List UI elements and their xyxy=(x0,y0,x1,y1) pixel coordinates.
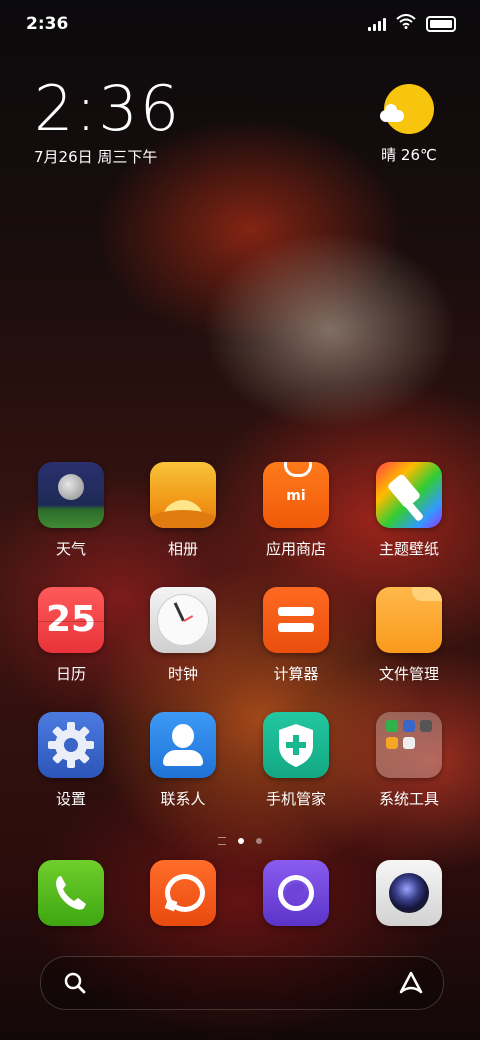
messages-app-icon xyxy=(150,860,216,926)
app-label: 手机管家 xyxy=(265,790,326,808)
settings-app-icon xyxy=(38,712,104,778)
app-security[interactable]: 手机管家 xyxy=(246,712,346,809)
assistant-icon[interactable] xyxy=(397,970,425,1000)
app-label: 天气 xyxy=(55,540,86,558)
dock xyxy=(0,860,480,930)
system-tools-folder-icon xyxy=(376,712,442,778)
contacts-app-icon xyxy=(150,712,216,778)
app-clock[interactable]: 时钟 xyxy=(133,587,233,684)
app-label: 时钟 xyxy=(167,665,198,683)
dock-camera[interactable] xyxy=(359,860,459,926)
app-system-tools-folder[interactable]: 系统工具 xyxy=(359,712,459,809)
search-icon[interactable] xyxy=(63,971,87,999)
app-label: 应用商店 xyxy=(265,540,326,558)
dock-browser[interactable] xyxy=(246,860,346,926)
calculator-app-icon xyxy=(263,587,329,653)
app-label: 相册 xyxy=(167,540,198,558)
page-dot xyxy=(256,837,262,844)
signal-icon xyxy=(368,17,386,31)
menu-lines-icon xyxy=(218,836,226,845)
app-label: 计算器 xyxy=(273,665,319,683)
app-row-2: 25 日历 时钟 计算器 文件管理 xyxy=(0,587,480,697)
page-dot-current xyxy=(238,837,244,844)
weather-temperature: 26℃ xyxy=(400,146,437,164)
app-file-manager[interactable]: 文件管理 xyxy=(359,587,459,684)
clock-app-icon xyxy=(150,587,216,653)
app-gallery[interactable]: 相册 xyxy=(133,462,233,559)
phone-app-icon xyxy=(38,860,104,926)
themes-app-icon xyxy=(376,462,442,528)
clock-time: 2:36 xyxy=(34,72,182,145)
camera-app-icon xyxy=(376,860,442,926)
status-time: 2:36 xyxy=(26,14,69,34)
calendar-date-badge: 25 xyxy=(45,599,97,640)
app-label: 日历 xyxy=(55,665,86,683)
search-bar[interactable] xyxy=(40,956,444,1010)
app-row-1: 天气 相册 mi 应用商店 主题壁纸 xyxy=(0,462,480,572)
app-calendar[interactable]: 25 日历 xyxy=(21,587,121,684)
app-weather[interactable]: 天气 xyxy=(21,462,121,559)
app-row-3: 设置 联系人 手机管家 系统工具 xyxy=(0,712,480,822)
weather-condition: 晴 xyxy=(381,146,397,164)
status-bar: 2:36 xyxy=(0,0,480,50)
clock-date: 7月26日 周三下午 xyxy=(34,148,158,166)
browser-app-icon xyxy=(263,860,329,926)
file-manager-icon xyxy=(376,587,442,653)
dock-phone[interactable] xyxy=(21,860,121,926)
gallery-app-icon xyxy=(150,462,216,528)
app-label: 主题壁纸 xyxy=(378,540,439,558)
app-label: 文件管理 xyxy=(378,665,439,683)
app-label: 联系人 xyxy=(160,790,206,808)
app-settings[interactable]: 设置 xyxy=(21,712,121,809)
clock-widget[interactable]: 2:36 7月26日 周三下午 xyxy=(34,78,181,167)
calendar-app-icon: 25 xyxy=(38,587,104,653)
app-store-icon: mi xyxy=(263,462,329,528)
weather-widget[interactable]: 晴 26℃ xyxy=(374,84,444,165)
app-contacts[interactable]: 联系人 xyxy=(133,712,233,809)
dock-messages[interactable] xyxy=(133,860,233,926)
sunny-cloud-icon xyxy=(380,84,434,134)
app-calculator[interactable]: 计算器 xyxy=(246,587,346,684)
mi-logo: mi xyxy=(286,488,306,504)
wifi-icon xyxy=(396,14,416,33)
page-indicator[interactable] xyxy=(0,830,480,849)
app-app-store[interactable]: mi 应用商店 xyxy=(246,462,346,559)
battery-icon xyxy=(426,15,456,32)
security-app-icon xyxy=(263,712,329,778)
weather-app-icon xyxy=(38,462,104,528)
app-themes[interactable]: 主题壁纸 xyxy=(359,462,459,559)
app-label: 设置 xyxy=(55,790,86,808)
app-label: 系统工具 xyxy=(378,790,439,808)
